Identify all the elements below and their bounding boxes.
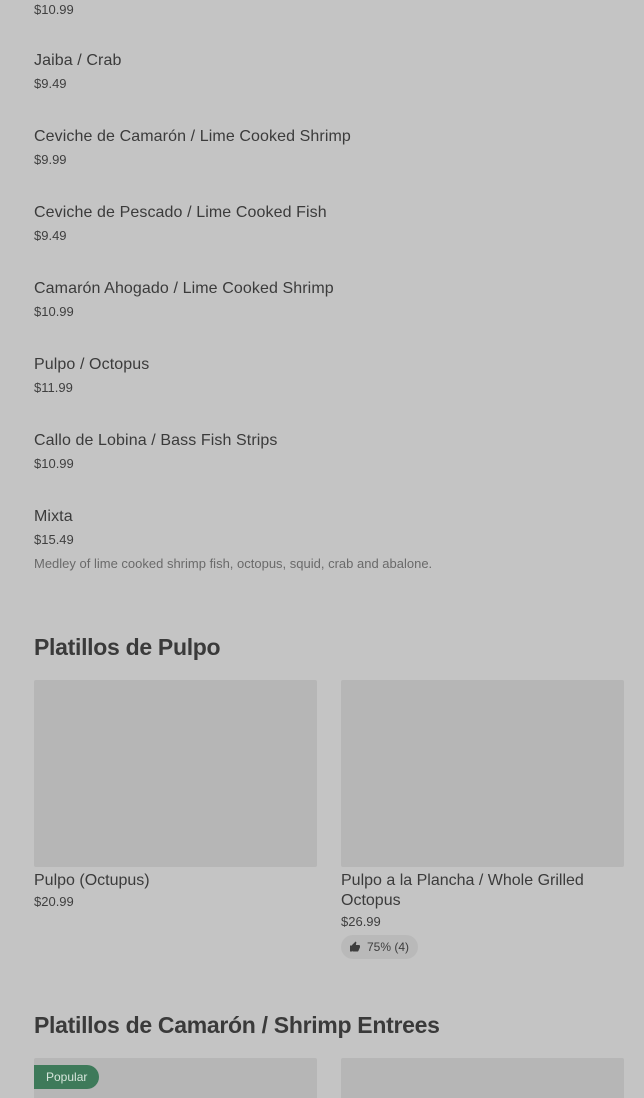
menu-card[interactable]: Popular — [34, 1058, 317, 1098]
item-price: $15.49 — [34, 532, 74, 547]
menu-card[interactable]: Pulpo a la Plancha / Whole Grilled Octop… — [341, 680, 624, 959]
item-price: $9.49 — [34, 228, 67, 243]
item-name: Ceviche de Pescado / Lime Cooked Fish — [34, 204, 327, 221]
item-name: Ceviche de Camarón / Lime Cooked Shrimp — [34, 128, 351, 145]
item-name: Pulpo / Octopus — [34, 356, 150, 373]
card-price: $20.99 — [34, 894, 74, 909]
item-price: $11.99 — [34, 380, 73, 395]
menu-item[interactable]: Pulpo / Octopus $11.99 — [34, 355, 624, 396]
item-name: Jaiba / Crab — [34, 52, 122, 69]
item-name: Camarón Ahogado / Lime Cooked Shrimp — [34, 280, 334, 297]
card-image — [34, 680, 317, 867]
item-price: $10.99 — [34, 2, 74, 17]
menu-item[interactable]: Ceviche de Camarón / Lime Cooked Shrimp … — [34, 127, 624, 168]
menu-item[interactable]: Callo de Lobina / Bass Fish Strips $10.9… — [34, 431, 624, 472]
item-name: Callo de Lobina / Bass Fish Strips — [34, 432, 278, 449]
card-name: Pulpo a la Plancha / Whole Grilled Octop… — [341, 872, 584, 909]
item-price: $9.49 — [34, 76, 67, 91]
item-price: $10.99 — [34, 456, 74, 471]
menu-item[interactable]: $10.99 — [34, 2, 624, 18]
menu-card[interactable] — [341, 1058, 624, 1098]
card-image — [341, 680, 624, 867]
section-title: Platillos de Pulpo — [34, 634, 221, 660]
card-name: Pulpo (Octupus) — [34, 872, 150, 889]
section-title: Platillos de Camarón / Shrimp Entrees — [34, 1012, 440, 1038]
item-name: Mixta — [34, 508, 73, 525]
menu-item[interactable]: Camarón Ahogado / Lime Cooked Shrimp $10… — [34, 279, 624, 320]
menu-item[interactable]: Ceviche de Pescado / Lime Cooked Fish $9… — [34, 203, 624, 244]
thumbs-up-icon — [350, 941, 360, 952]
card-price: $26.99 — [341, 914, 381, 929]
popular-badge: Popular — [34, 1065, 100, 1089]
rating-text: 75% (4) — [367, 940, 410, 954]
item-price: $10.99 — [34, 304, 74, 319]
menu-card[interactable]: Pulpo (Octupus) $20.99 — [34, 680, 317, 910]
item-description: Medley of lime cooked shrimp fish, octop… — [34, 556, 433, 571]
item-price: $9.99 — [34, 152, 67, 167]
menu-item[interactable]: Jaiba / Crab $9.49 — [34, 51, 624, 92]
rating-chip: 75% (4) — [341, 935, 419, 959]
menu-item[interactable]: Mixta $15.49 Medley of lime cooked shrim… — [34, 507, 624, 572]
